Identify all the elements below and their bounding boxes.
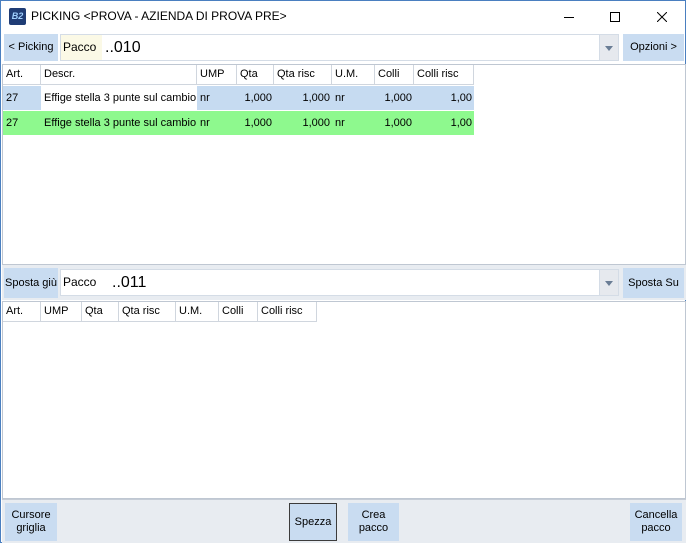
package-label-top: Pacco [61, 35, 103, 60]
column-header-colli-risc[interactable]: Colli risc [258, 302, 317, 321]
bottom-grid-header: Art. UMP Qta Qta risc U.M. Colli Colli r… [3, 302, 317, 322]
cell-um: nr [332, 111, 375, 135]
column-header-colli-risc[interactable]: Colli risc [414, 65, 474, 84]
cursor-grid-button[interactable]: Cursore griglia [5, 503, 57, 541]
cell-qta: 1,000 [237, 111, 274, 135]
cell-art: 27 [3, 111, 41, 135]
package-selector-top[interactable]: Pacco ..010 [60, 34, 619, 61]
column-header-um[interactable]: U.M. [176, 302, 219, 321]
cell-qta-risc: 1,000 [274, 86, 332, 110]
top-grid-header: Art. Descr. UMP Qta Qta risc U.M. Colli … [3, 65, 474, 85]
split-button[interactable]: Spezza [289, 503, 337, 541]
cell-colli: 1,000 [375, 86, 414, 110]
cell-ump: nr [197, 86, 237, 110]
cell-qta-risc: 1,000 [274, 111, 332, 135]
cell-descr: Effige stella 3 punte sul cambio [41, 86, 197, 110]
app-logo-icon: B2 [9, 8, 26, 25]
table-row[interactable]: 27 Effige stella 3 punte sul cambio nr 1… [3, 86, 474, 110]
column-header-qta[interactable]: Qta [237, 65, 274, 84]
cell-um: nr [332, 86, 375, 110]
column-header-art[interactable]: Art. [3, 65, 41, 84]
column-header-colli[interactable]: Colli [219, 302, 258, 321]
package-value-top: ..010 [105, 39, 141, 56]
column-header-art[interactable]: Art. [3, 302, 41, 321]
cell-colli: 1,000 [375, 111, 414, 135]
minimize-button[interactable] [546, 1, 592, 32]
table-row[interactable]: 27 Effige stella 3 punte sul cambio nr 1… [3, 111, 474, 135]
cell-qta: 1,000 [237, 86, 274, 110]
move-up-button[interactable]: Sposta Su [623, 268, 684, 298]
back-to-picking-button[interactable]: < Picking [4, 34, 58, 61]
package-selector-bottom[interactable]: Pacco ..011 [60, 269, 619, 296]
column-header-ump[interactable]: UMP [197, 65, 237, 84]
maximize-icon [610, 11, 620, 22]
picking-window: B2 PICKING <PROVA - AZIENDA DI PROVA PRE… [0, 0, 686, 543]
column-header-um[interactable]: U.M. [332, 65, 375, 84]
column-header-ump[interactable]: UMP [41, 302, 82, 321]
maximize-button[interactable] [592, 1, 638, 32]
close-button[interactable] [639, 1, 685, 32]
window-title: PICKING <PROVA - AZIENDA DI PROVA PRE> [31, 9, 287, 23]
cell-colli-risc: 1,00 [414, 111, 474, 135]
column-header-qta-risc[interactable]: Qta risc [274, 65, 332, 84]
move-down-button[interactable]: Sposta giù [4, 268, 58, 298]
delete-package-button[interactable]: Cancella pacco [630, 503, 682, 541]
create-package-button[interactable]: Crea pacco [348, 503, 399, 541]
top-picking-grid[interactable]: Art. Descr. UMP Qta Qta risc U.M. Colli … [2, 64, 686, 265]
cell-descr: Effige stella 3 punte sul cambio [41, 111, 197, 135]
column-header-colli[interactable]: Colli [375, 65, 414, 84]
package-label-bottom: Pacco [61, 270, 103, 295]
column-header-qta-risc[interactable]: Qta risc [119, 302, 176, 321]
close-icon [657, 11, 667, 22]
options-button[interactable]: Opzioni > [623, 34, 684, 61]
bottom-package-grid[interactable]: Art. UMP Qta Qta risc U.M. Colli Colli r… [2, 301, 686, 499]
column-header-descr[interactable]: Descr. [41, 65, 197, 84]
cell-colli-risc: 1,00 [414, 86, 474, 110]
title-bar: B2 PICKING <PROVA - AZIENDA DI PROVA PRE… [1, 1, 685, 32]
column-header-qta[interactable]: Qta [82, 302, 119, 321]
package-value-bottom: ..011 [112, 274, 147, 291]
chevron-down-icon[interactable] [599, 35, 618, 60]
chevron-down-icon[interactable] [599, 270, 618, 295]
cell-ump: nr [197, 111, 237, 135]
bottom-toolbar [2, 499, 686, 543]
cell-art: 27 [3, 86, 41, 110]
minimize-icon [564, 16, 574, 18]
